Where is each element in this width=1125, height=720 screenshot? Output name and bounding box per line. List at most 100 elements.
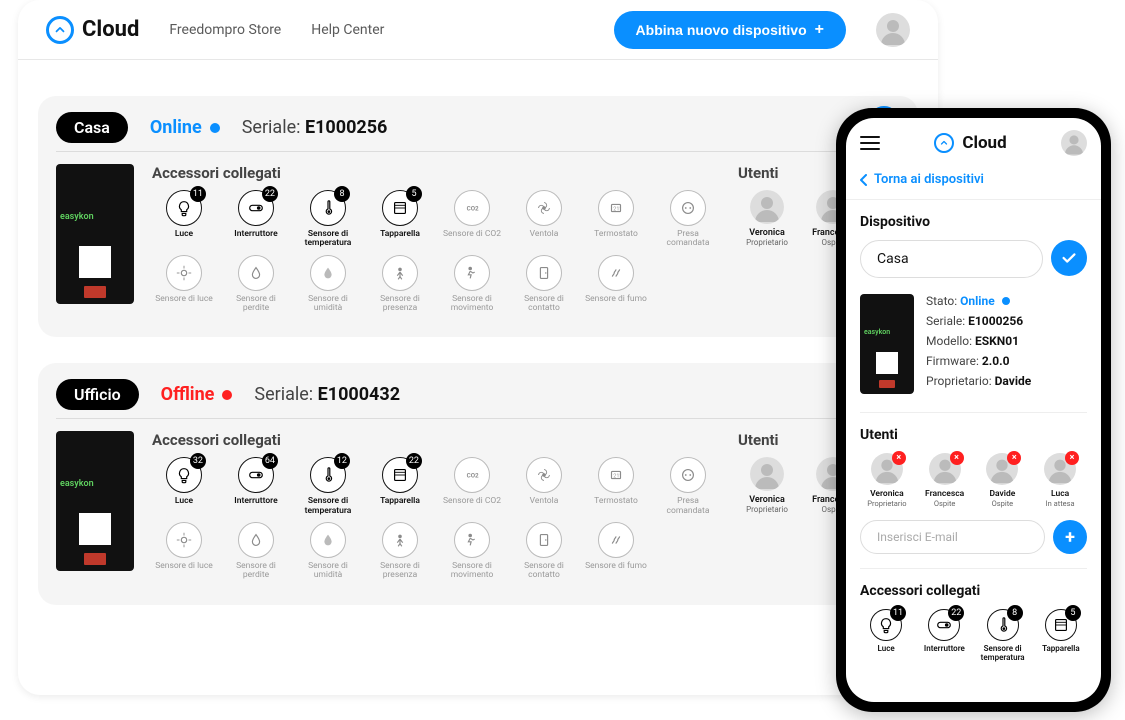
desktop-window: Cloud Freedompro Store Help Center Abbin… <box>18 0 938 695</box>
accessory-blind[interactable]: 5 Tapparella <box>368 190 432 249</box>
presence-icon <box>382 522 418 558</box>
humidity-icon <box>310 522 346 558</box>
accessory-label: Sensore di umidità <box>296 562 360 581</box>
device-status: Online <box>150 117 220 138</box>
accessory-fan[interactable]: Ventola <box>512 457 576 516</box>
user-item[interactable]: × Francesca Ospite <box>918 453 972 508</box>
user-item[interactable]: × Davide Ospite <box>976 453 1030 508</box>
accessory-thermostat[interactable]: Termostato <box>584 457 648 516</box>
current-user-avatar[interactable] <box>1061 130 1087 156</box>
accessory-socket[interactable]: Presa comandata <box>656 190 720 249</box>
email-input[interactable]: Inserisci E-mail <box>860 520 1045 554</box>
accessory-label: Sensore di temperatura <box>296 230 360 249</box>
accessory-blind[interactable]: 5 Tapparella <box>1035 609 1087 663</box>
accessory-switch[interactable]: 22 Interruttore <box>224 190 288 249</box>
accessory-humidity[interactable]: Sensore di umidità <box>296 255 360 314</box>
accessory-label: Sensore di contatto <box>512 562 576 581</box>
accessory-fan[interactable]: Ventola <box>512 190 576 249</box>
accessory-contact[interactable]: Sensore di contatto <box>512 255 576 314</box>
accessory-thermostat[interactable]: Termostato <box>584 190 648 249</box>
brand-logo[interactable]: Cloud <box>46 16 139 44</box>
accessory-count-badge: 8 <box>1007 605 1023 621</box>
accessory-smoke[interactable]: Sensore di fumo <box>584 522 648 581</box>
status-dot-icon <box>210 123 220 133</box>
remove-user-button[interactable]: × <box>1065 451 1079 465</box>
thermostat-icon <box>598 190 634 226</box>
device-name-pill[interactable]: Ufficio <box>56 379 139 410</box>
accessory-thermo[interactable]: 12 Sensore di temperatura <box>296 457 360 516</box>
accessory-leak[interactable]: Sensore di perdite <box>224 255 288 314</box>
phone-frame: Cloud Torna ai dispositivi Dispositivo C… <box>836 108 1111 712</box>
accessory-smoke[interactable]: Sensore di fumo <box>584 255 648 314</box>
accessory-bulb[interactable]: 32 Luce <box>152 457 216 516</box>
contact-icon <box>526 522 562 558</box>
accessory-label: Sensore di temperatura <box>296 497 360 516</box>
info-status: Stato: Online <box>926 294 1031 308</box>
device-name-pill[interactable]: Casa <box>56 112 128 143</box>
socket-icon <box>670 457 706 493</box>
device-name-input[interactable]: Casa <box>860 240 1043 278</box>
user-item[interactable]: Veronica Proprietario <box>738 457 796 514</box>
confirm-button[interactable] <box>1051 240 1087 276</box>
device-card: Ufficio Offline Seriale: E1000432 easyko… <box>38 363 918 604</box>
brand-logo[interactable]: Cloud <box>894 133 1047 153</box>
accessory-blind[interactable]: 22 Tapparella <box>368 457 432 516</box>
user-item[interactable]: Veronica Proprietario <box>738 190 796 247</box>
smoke-icon <box>598 522 634 558</box>
accessory-label: Sensore di luce <box>152 562 216 571</box>
accessory-switch[interactable]: 22 Interruttore <box>918 609 970 663</box>
accessory-presence[interactable]: Sensore di presenza <box>368 522 432 581</box>
accessory-count-badge: 22 <box>406 453 422 469</box>
accessory-humidity[interactable]: Sensore di umidità <box>296 522 360 581</box>
accessory-label: Sensore di perdite <box>224 562 288 581</box>
brand-name: Cloud <box>82 17 139 42</box>
user-role: Ospite <box>976 499 1030 508</box>
accessory-leak[interactable]: Sensore di perdite <box>224 522 288 581</box>
accessory-switch[interactable]: 64 Interruttore <box>224 457 288 516</box>
accessory-bulb[interactable]: 11 Luce <box>860 609 912 663</box>
accessory-socket[interactable]: Presa comandata <box>656 457 720 516</box>
accessory-label: Tapparella <box>1035 645 1087 654</box>
accessory-thermo[interactable]: 8 Sensore di temperatura <box>296 190 360 249</box>
nav-help[interactable]: Help Center <box>311 22 384 38</box>
back-link[interactable]: Torna ai dispositivi <box>846 168 1101 200</box>
plus-icon: + <box>815 21 824 39</box>
user-role: Proprietario <box>860 499 914 508</box>
phone-screen: Cloud Torna ai dispositivi Dispositivo C… <box>846 118 1101 702</box>
thermo-icon: 8 <box>310 190 346 226</box>
remove-user-button[interactable]: × <box>950 451 964 465</box>
accessory-count-badge: 22 <box>948 605 964 621</box>
accessory-motion[interactable]: Sensore di movimento <box>440 255 504 314</box>
current-user-avatar[interactable] <box>876 13 910 47</box>
user-item[interactable]: × Luca In attesa <box>1033 453 1087 508</box>
nav-store[interactable]: Freedompro Store <box>169 22 281 38</box>
accessory-lightsens[interactable]: Sensore di luce <box>152 522 216 581</box>
accessory-co2[interactable]: Sensore di CO2 <box>440 457 504 516</box>
accessory-lightsens[interactable]: Sensore di luce <box>152 255 216 314</box>
phone-header: Cloud <box>846 118 1101 168</box>
user-role: Proprietario <box>738 505 796 514</box>
remove-user-button[interactable]: × <box>1007 451 1021 465</box>
accessory-label: Sensore di luce <box>152 295 216 304</box>
leak-icon <box>238 255 274 291</box>
accessory-presence[interactable]: Sensore di presenza <box>368 255 432 314</box>
add-user-button[interactable]: + <box>1053 520 1087 554</box>
accessory-contact[interactable]: Sensore di contatto <box>512 522 576 581</box>
remove-user-button[interactable]: × <box>892 451 906 465</box>
user-name: Veronica <box>738 228 796 238</box>
check-icon <box>1060 249 1078 267</box>
user-item[interactable]: × Veronica Proprietario <box>860 453 914 508</box>
accessory-label: Sensore di presenza <box>368 295 432 314</box>
accessory-bulb[interactable]: 11 Luce <box>152 190 216 249</box>
accessory-thermo[interactable]: 8 Sensore di temperatura <box>977 609 1029 663</box>
accessory-co2[interactable]: Sensore di CO2 <box>440 190 504 249</box>
menu-icon[interactable] <box>860 136 880 150</box>
device-section-title: Dispositivo <box>860 214 1087 230</box>
accessory-label: Tapparella <box>368 230 432 239</box>
fan-icon <box>526 457 562 493</box>
pair-device-button[interactable]: Abbina nuovo dispositivo + <box>614 11 846 49</box>
accessory-motion[interactable]: Sensore di movimento <box>440 522 504 581</box>
user-avatar <box>750 457 784 491</box>
accessory-label: Sensore di contatto <box>512 295 576 314</box>
switch-icon: 22 <box>928 609 960 641</box>
